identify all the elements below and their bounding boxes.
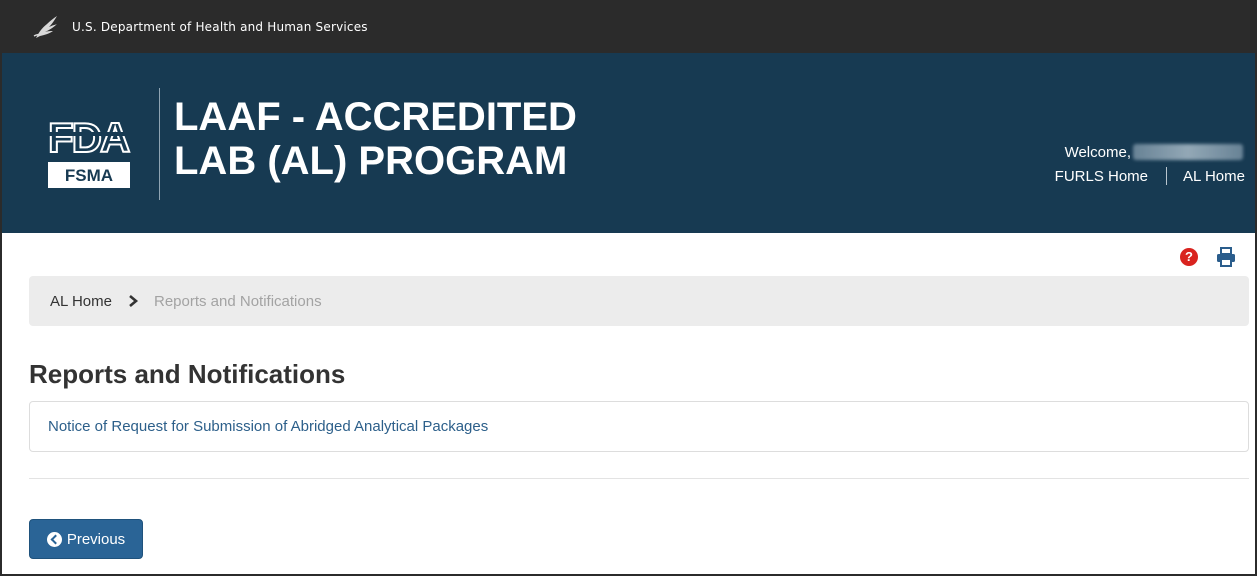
chevron-circle-left-icon: [46, 531, 62, 547]
previous-button-label: Previous: [66, 530, 126, 548]
chevron-right-icon: [129, 295, 139, 307]
link-separator: [1166, 167, 1168, 185]
notifications-list: Notice of Request for Submission of Abri…: [29, 401, 1249, 452]
page-frame: U.S. Department of Health and Human Serv…: [0, 0, 1257, 576]
welcome-message: Welcome,: [1065, 144, 1243, 161]
furls-home-link[interactable]: FURLS Home: [1055, 168, 1148, 185]
page-title: Reports and Notifications: [29, 359, 346, 389]
notification-link[interactable]: Notice of Request for Submission of Abri…: [48, 418, 488, 435]
hhs-department-text: U.S. Department of Health and Human Serv…: [72, 20, 368, 34]
hhs-eagle-logo-icon: [33, 16, 57, 38]
redacted-username: [1133, 144, 1243, 160]
banner-divider: [159, 88, 160, 200]
hhs-top-bar: U.S. Department of Health and Human Serv…: [2, 2, 1255, 53]
divider: [29, 478, 1249, 479]
previous-button[interactable]: Previous: [29, 519, 143, 559]
welcome-label: Welcome,: [1064, 144, 1131, 161]
fda-logo-text: FDA: [48, 114, 130, 161]
program-title-line2: LAB (AL) PROGRAM: [174, 139, 568, 183]
question-circle-icon[interactable]: ?: [1180, 248, 1198, 266]
print-icon[interactable]: [1215, 247, 1237, 267]
al-home-link[interactable]: AL Home: [1183, 168, 1245, 185]
program-title-line1: LAAF - ACCREDITED: [174, 95, 577, 139]
breadcrumb-al-home-link[interactable]: AL Home: [50, 293, 112, 310]
header-links: FURLS Home AL Home: [1055, 167, 1245, 185]
program-title: LAAF - ACCREDITED LAB (AL) PROGRAM: [174, 95, 577, 183]
fsma-logo-text: FSMA: [65, 166, 113, 185]
fda-fsma-logo: FDA FSMA: [46, 113, 136, 188]
breadcrumb: AL Home Reports and Notifications: [29, 276, 1249, 326]
breadcrumb-current: Reports and Notifications: [153, 292, 322, 310]
